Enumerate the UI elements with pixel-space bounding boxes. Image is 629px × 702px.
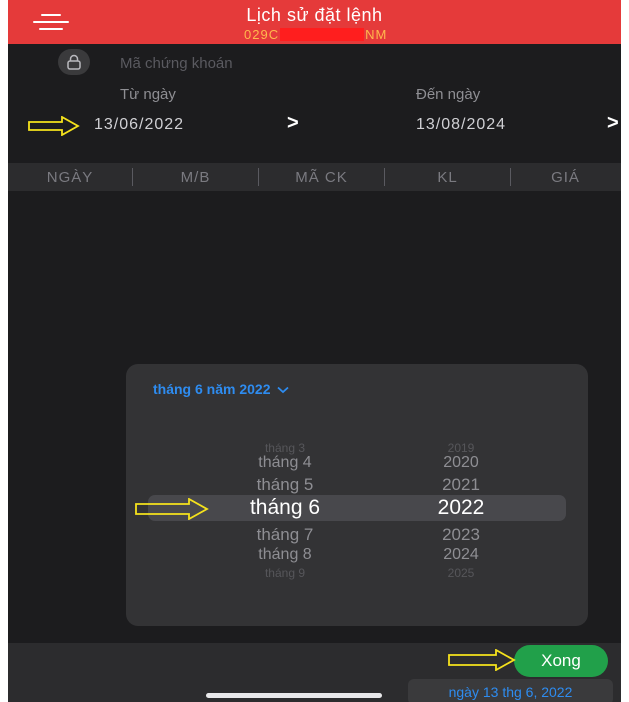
- month-option[interactable]: tháng 7: [225, 525, 345, 545]
- column-header-volume: KL: [437, 168, 458, 186]
- month-option[interactable]: tháng 9: [225, 566, 345, 580]
- month-year-picker: tháng 6 năm 2022 tháng 3 tháng 4 tháng 5…: [126, 364, 588, 626]
- year-option-selected[interactable]: 2022: [401, 496, 521, 520]
- year-option[interactable]: 2021: [401, 475, 521, 495]
- table-header: NGÀY M/B MÃ CK KL GIÁ: [8, 163, 621, 191]
- year-option[interactable]: 2020: [401, 454, 521, 472]
- arrow-right-icon: [28, 116, 80, 136]
- year-option[interactable]: 2019: [401, 441, 521, 455]
- month-year-toggle-label: tháng 6 năm 2022: [153, 381, 271, 397]
- search-row: [8, 47, 621, 77]
- done-button[interactable]: Xong: [514, 645, 608, 677]
- chevron-down-icon: [277, 386, 289, 394]
- column-header-price: GIÁ: [551, 168, 580, 186]
- from-date-label: Từ ngày: [120, 86, 176, 103]
- redaction-block: [280, 28, 365, 41]
- year-option[interactable]: 2024: [401, 546, 521, 564]
- year-option[interactable]: 2025: [401, 566, 521, 580]
- column-header-date: NGÀY: [46, 168, 94, 186]
- column-header-side: M/B: [180, 168, 211, 186]
- column-header-stock-code: MÃ CK: [295, 168, 348, 186]
- month-option[interactable]: tháng 5: [225, 475, 345, 495]
- app-screen: Lịch sử đặt lệnh 029C NM Từ ngày Đến ngà…: [8, 0, 621, 702]
- account-number: 029C NM: [244, 27, 387, 42]
- app-header: Lịch sử đặt lệnh 029C NM: [8, 0, 621, 44]
- month-option[interactable]: tháng 4: [225, 454, 345, 472]
- to-date-chevron-icon[interactable]: >: [607, 112, 619, 135]
- account-suffix: NM: [365, 27, 388, 42]
- from-date-field[interactable]: 13/06/2022: [94, 116, 184, 134]
- arrow-right-icon: [135, 498, 209, 520]
- to-date-label: Đến ngày: [416, 86, 481, 103]
- arrow-right-icon: [448, 649, 516, 671]
- account-prefix: 029C: [244, 27, 280, 42]
- selected-date-chip[interactable]: ngày 13 thg 6, 2022: [408, 679, 613, 702]
- to-date-field[interactable]: 13/08/2024: [416, 116, 506, 134]
- month-option[interactable]: tháng 8: [225, 546, 345, 564]
- month-option-selected[interactable]: tháng 6: [225, 496, 345, 520]
- page-title: Lịch sử đặt lệnh: [246, 5, 383, 25]
- month-option[interactable]: tháng 3: [225, 441, 345, 455]
- lock-icon[interactable]: [58, 49, 90, 75]
- home-indicator[interactable]: [206, 693, 382, 698]
- year-option[interactable]: 2023: [401, 525, 521, 545]
- from-date-chevron-icon[interactable]: >: [287, 112, 299, 135]
- month-year-toggle[interactable]: tháng 6 năm 2022: [153, 381, 289, 397]
- stock-code-search-input[interactable]: [118, 51, 422, 75]
